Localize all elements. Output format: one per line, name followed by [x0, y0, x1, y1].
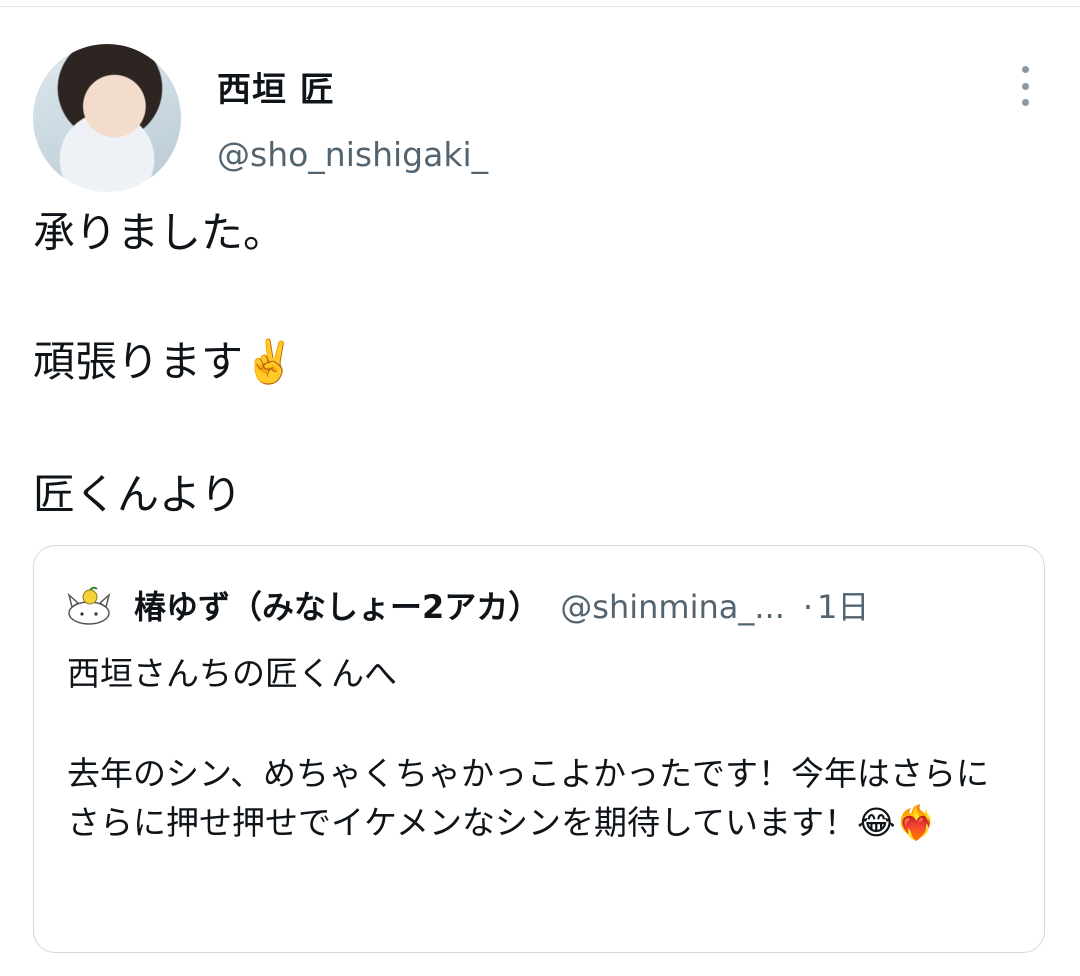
author-avatar[interactable]	[33, 44, 181, 192]
quoted-author-name[interactable]: 椿ゆず（みなしょー2アカ）	[134, 588, 540, 626]
author-name[interactable]: 西垣 匠	[217, 62, 335, 111]
quoted-timestamp[interactable]: 1日	[817, 588, 869, 626]
quoted-author-handle[interactable]: @shinmina_...	[560, 588, 785, 626]
tweet-text-line-3: 匠くんより	[33, 470, 243, 519]
quoted-tweet-body: 西垣さんちの匠くんへ 去年のシン、めちゃくちゃかっこよかったです！今年はさらにさ…	[67, 649, 1017, 848]
tweet-text-line-2: 頑張ります✌️	[33, 337, 296, 386]
top-divider	[0, 6, 1080, 7]
quoted-paragraph-2: 去年のシン、めちゃくちゃかっこよかったです！今年はさらにさらに押せ押せでイケメン…	[67, 753, 990, 843]
header-separator: ·	[802, 588, 814, 626]
tweet-text-line-1: 承りました。	[33, 208, 286, 257]
quoted-tweet-card[interactable]: 椿ゆず（みなしょー2アカ） @shinmina_... · 1日 西垣さんちの匠くんへ…	[33, 545, 1045, 953]
quoted-paragraph-1: 西垣さんちの匠くんへ	[67, 654, 397, 693]
more-options-icon[interactable]	[1010, 66, 1040, 106]
author-handle[interactable]: @sho_nishigaki_	[217, 135, 488, 174]
cat-avatar-icon[interactable]	[64, 585, 114, 625]
quoted-tweet-header: 椿ゆず（みなしょー2アカ） @shinmina_... · 1日	[134, 582, 869, 628]
